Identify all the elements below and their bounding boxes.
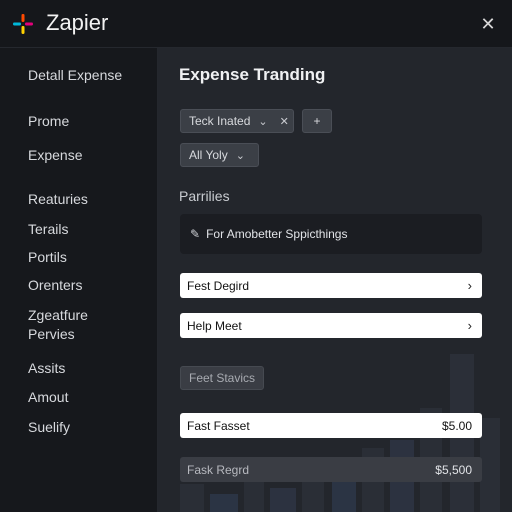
main-panel: Expense Tranding Teck Inated ⌄ ✕ + All Y… xyxy=(158,48,512,512)
bg-bar xyxy=(180,484,204,512)
amount-row-label: Fask Regrd xyxy=(187,462,250,477)
sidebar-item-reaturies[interactable]: Reaturies xyxy=(28,191,88,207)
edit-icon: ✎ xyxy=(190,227,201,241)
bg-bar xyxy=(270,488,296,512)
sidebar-item-zgeatfure-pervies[interactable]: Zgeatfure Pervies xyxy=(28,306,88,344)
sidebar-item-suelify[interactable]: Suelify xyxy=(28,419,70,435)
sidebar-item-assits[interactable]: Assits xyxy=(28,360,65,376)
notice-text: For Amobetter Sppicthings xyxy=(206,227,348,241)
close-icon[interactable]: ✕ xyxy=(280,115,289,128)
sidebar-item-detail-expense[interactable]: Detall Expense xyxy=(28,67,122,83)
sidebar-item-orenters[interactable]: Orenters xyxy=(28,277,82,293)
chevron-down-icon: ⌄ xyxy=(235,149,245,162)
bg-bar xyxy=(480,418,500,512)
sidebar: Detall Expense Prome Expense Reaturies T… xyxy=(0,48,158,512)
filter-chip-label: Teck Inated xyxy=(189,114,251,128)
list-item-label: Help Meet xyxy=(187,318,242,333)
chevron-down-icon: ⌄ xyxy=(258,115,268,128)
list-item-label: Fest Degird xyxy=(187,278,250,293)
sidebar-item-amout[interactable]: Amout xyxy=(28,389,68,405)
amount-row-fast-fasset[interactable]: Fast Fasset $5.00 xyxy=(180,413,482,438)
status-pill[interactable]: Feet Stavics xyxy=(180,366,265,390)
bg-bar xyxy=(210,494,238,512)
amount-row-value: $5,500 xyxy=(435,462,472,477)
sidebar-item-expense[interactable]: Expense xyxy=(28,147,82,163)
page-title: Expense Tranding xyxy=(179,65,326,84)
amount-row-fask-regrd[interactable]: Fask Regrd $5,500 xyxy=(180,457,482,482)
sidebar-item-portils[interactable]: Portils xyxy=(28,249,67,265)
filter-chip[interactable]: Teck Inated ⌄ ✕ xyxy=(180,109,294,133)
app-header: Zapier ✕ xyxy=(0,0,512,48)
amount-row-value: $5.00 xyxy=(441,418,472,433)
zapier-logo-icon xyxy=(13,14,33,34)
section-title: Parrilies xyxy=(179,188,230,204)
all-dropdown-label: All Yoly xyxy=(189,148,228,162)
close-icon[interactable]: ✕ xyxy=(478,14,498,34)
sidebar-item-terails[interactable]: Terails xyxy=(28,221,68,237)
chevron-right-icon: › xyxy=(467,318,472,333)
brand-name: Zapier xyxy=(46,10,109,35)
all-dropdown[interactable]: All Yoly ⌄ xyxy=(180,143,259,167)
list-item-help-meet[interactable]: Help Meet › xyxy=(180,313,482,338)
amount-row-label: Fast Fasset xyxy=(187,418,250,433)
add-filter-button[interactable]: + xyxy=(302,109,332,133)
sidebar-item-prome[interactable]: Prome xyxy=(28,113,69,129)
chevron-right-icon: › xyxy=(467,278,472,293)
list-item-fest-degird[interactable]: Fest Degird › xyxy=(180,273,482,298)
notice-banner[interactable]: ✎ For Amobetter Sppicthings xyxy=(180,214,482,254)
add-filter-label: + xyxy=(313,114,321,128)
